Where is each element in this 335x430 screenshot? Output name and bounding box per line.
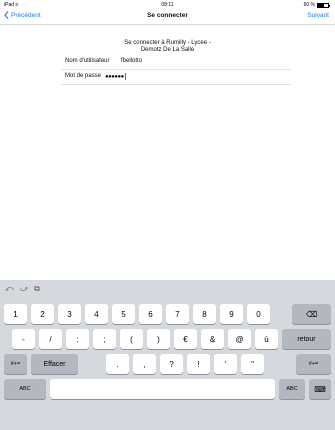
key-4[interactable]: 4: [85, 304, 108, 324]
key-0[interactable]: 0: [247, 304, 270, 324]
key-quote[interactable]: ": [241, 354, 264, 374]
key-open-paren[interactable]: (: [120, 329, 143, 349]
undo-icon[interactable]: ⤺: [5, 284, 14, 294]
heading-line-1: Se connecter à Rumilly - Lycee -: [124, 40, 211, 46]
keyboard-dismiss-icon: ⌨: [314, 384, 326, 394]
password-dots: ●●●●●●: [105, 74, 124, 81]
key-apostrophe[interactable]: ': [214, 354, 237, 374]
key-close-paren[interactable]: ): [147, 329, 170, 349]
battery-percent: 60 %: [303, 2, 315, 8]
erase-key[interactable]: Effacer: [31, 354, 78, 374]
symbols-key-left[interactable]: #+=: [4, 354, 27, 374]
key-7[interactable]: 7: [166, 304, 189, 324]
key-at[interactable]: @: [228, 329, 251, 349]
text-caret: [124, 73, 126, 80]
login-heading: Se connecter à Rumilly - Lycee - Demotz …: [0, 40, 335, 54]
heading-line-2: Demotz De La Salle: [140, 47, 195, 53]
space-key[interactable]: [50, 379, 275, 399]
next-button[interactable]: Suivant: [307, 12, 329, 19]
dismiss-keyboard-key[interactable]: ⌨: [309, 379, 331, 399]
key-comma[interactable]: ,: [133, 354, 156, 374]
battery-icon: [317, 2, 330, 8]
password-field[interactable]: ●●●●●●: [105, 73, 126, 80]
key-exclamation[interactable]: !: [187, 354, 210, 374]
key-1[interactable]: 1: [4, 304, 27, 324]
password-row[interactable]: Mot de passe ●●●●●●: [61, 69, 291, 85]
abc-key-left[interactable]: ABC: [4, 379, 46, 399]
abc-key-right[interactable]: ABC: [279, 379, 305, 399]
key-8[interactable]: 8: [193, 304, 216, 324]
shortcut-bar: ⤺ ⤻ ⧉: [0, 280, 335, 298]
page-title: Se connecter: [147, 12, 188, 19]
key-3[interactable]: 3: [58, 304, 81, 324]
key-9[interactable]: 9: [220, 304, 243, 324]
backspace-icon: ⌫: [305, 309, 318, 319]
status-bar: iPad ≡ 08:11 60 %: [0, 0, 335, 10]
clock-label: 08:11: [161, 2, 174, 8]
navigation-bar: Précédent Se connecter Suivant: [0, 10, 335, 25]
redo-icon[interactable]: ⤻: [20, 284, 29, 294]
password-label: Mot de passe: [65, 73, 102, 79]
key-6[interactable]: 6: [139, 304, 162, 324]
delete-key[interactable]: ⌫: [292, 304, 331, 324]
username-field[interactable]: fbellotto: [121, 58, 142, 64]
key-colon[interactable]: :: [66, 329, 89, 349]
paste-icon[interactable]: ⧉: [34, 284, 40, 294]
key-semicolon[interactable]: ;: [93, 329, 116, 349]
battery-group: 60 %: [303, 2, 330, 8]
symbols-key-right[interactable]: #+=: [296, 354, 331, 374]
key-period[interactable]: .: [106, 354, 129, 374]
key-question[interactable]: ?: [160, 354, 183, 374]
username-label: Nom d'utilisateur: [65, 58, 110, 64]
keyboard: ⤺ ⤻ ⧉ 1 2 3 4 5 6 7 8 9 0 ⌫ - / : ; ( ) …: [0, 280, 335, 430]
key-u-grave[interactable]: ù: [255, 329, 278, 349]
key-ampersand[interactable]: &: [201, 329, 224, 349]
key-hyphen[interactable]: -: [12, 329, 35, 349]
key-euro[interactable]: €: [174, 329, 197, 349]
key-5[interactable]: 5: [112, 304, 135, 324]
key-2[interactable]: 2: [31, 304, 54, 324]
return-key[interactable]: retour: [282, 329, 331, 349]
username-row[interactable]: Nom d'utilisateur fbellotto: [61, 54, 291, 70]
key-slash[interactable]: /: [39, 329, 62, 349]
